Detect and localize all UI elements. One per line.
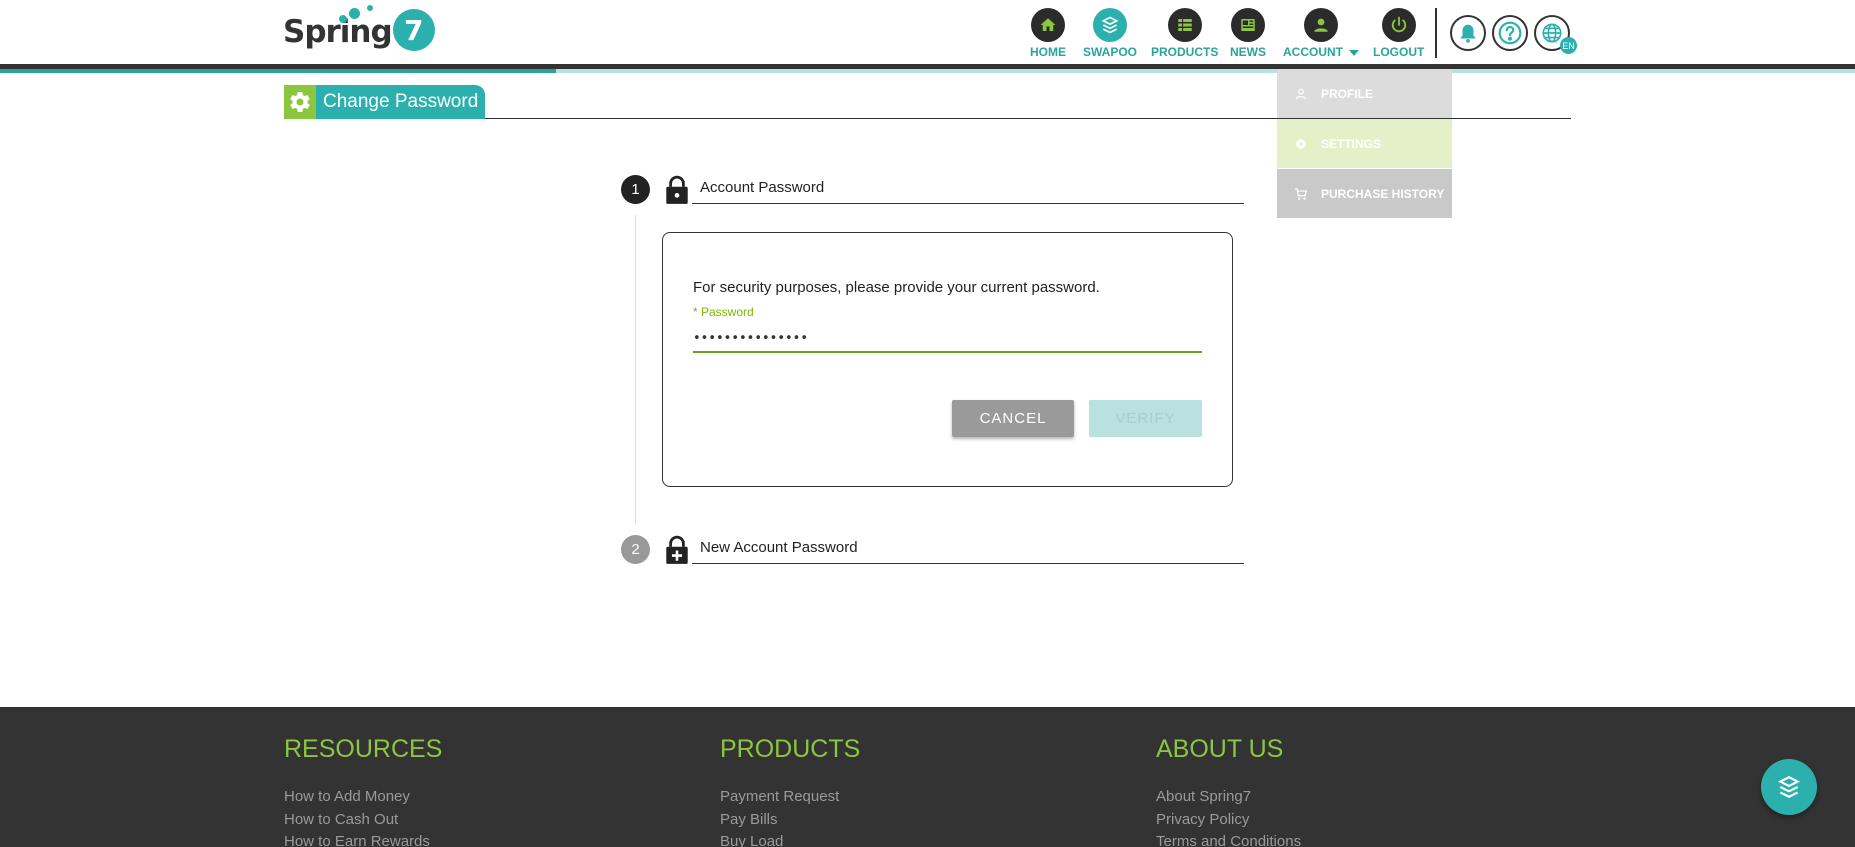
menu-item-purchase-history[interactable]: PURCHASE HISTORY bbox=[1277, 169, 1452, 218]
page-title-tab: Change Password bbox=[284, 85, 485, 119]
footer-link[interactable]: How to Add Money bbox=[284, 786, 442, 809]
menu-item-settings[interactable]: SETTINGS bbox=[1277, 119, 1452, 168]
verify-button[interactable]: VERIFY bbox=[1089, 400, 1202, 437]
account-dropdown-menu: PROFILE SETTINGS PURCHASE HISTORY bbox=[1277, 69, 1452, 219]
menu-item-purchase-history-label: PURCHASE HISTORY bbox=[1321, 186, 1445, 201]
footer-link[interactable]: Terms and Conditions bbox=[1156, 831, 1301, 847]
cart-icon bbox=[1293, 186, 1309, 202]
lock-icon bbox=[666, 175, 688, 204]
help-button[interactable] bbox=[1492, 15, 1528, 51]
footer-about-heading: ABOUT US bbox=[1156, 735, 1284, 763]
step-1-underline bbox=[692, 203, 1244, 204]
step-2-title: New Account Password bbox=[700, 539, 858, 556]
site-footer: RESOURCES How to Add Money How to Cash O… bbox=[0, 707, 1855, 847]
footer-resources-heading: RESOURCES bbox=[284, 735, 443, 763]
current-password-input[interactable] bbox=[693, 325, 1202, 353]
nav-logout[interactable]: LOGOUT bbox=[1373, 8, 1424, 59]
nav-swapoo[interactable]: SWAPOO bbox=[1083, 8, 1137, 59]
person-icon bbox=[1293, 86, 1309, 102]
swapoo-icon bbox=[1093, 8, 1127, 42]
security-message: For security purposes, please provide yo… bbox=[693, 279, 1100, 296]
footer-link[interactable]: Pay Bills bbox=[720, 809, 860, 832]
page-title: Change Password bbox=[323, 91, 479, 112]
verify-password-card: For security purposes, please provide yo… bbox=[662, 232, 1233, 487]
power-icon bbox=[1381, 8, 1416, 42]
footer-link[interactable]: How to Cash Out bbox=[284, 809, 442, 832]
footer-resources-column: RESOURCES How to Add Money How to Cash O… bbox=[284, 735, 442, 847]
password-label: * Password bbox=[693, 305, 754, 319]
home-icon bbox=[1031, 8, 1065, 42]
footer-products-heading: PRODUCTS bbox=[720, 735, 861, 763]
globe-icon bbox=[1542, 23, 1562, 43]
nav-account[interactable]: ACCOUNT bbox=[1283, 8, 1359, 59]
gear-icon bbox=[1293, 136, 1309, 152]
nav-news-label: NEWS bbox=[1230, 45, 1266, 59]
menu-item-profile-label: PROFILE bbox=[1321, 86, 1374, 101]
logo-bubble bbox=[339, 15, 347, 23]
news-icon bbox=[1231, 8, 1265, 42]
step-1-title: Account Password bbox=[700, 179, 825, 196]
swapoo-fab-button[interactable] bbox=[1761, 759, 1817, 815]
notifications-button[interactable] bbox=[1450, 15, 1486, 51]
footer-link[interactable]: Buy Load bbox=[720, 831, 860, 847]
cancel-button[interactable]: CANCEL bbox=[952, 400, 1074, 437]
header-progress-fill bbox=[0, 69, 556, 73]
logo-text: Spring bbox=[283, 14, 393, 50]
step-1-number: 1 bbox=[621, 175, 650, 204]
nav-home-label: HOME bbox=[1030, 45, 1066, 59]
nav-swapoo-label: SWAPOO bbox=[1083, 45, 1138, 59]
step-2-number: 2 bbox=[621, 535, 650, 564]
menu-item-profile[interactable]: PROFILE bbox=[1277, 69, 1452, 118]
logo-bubble bbox=[349, 8, 360, 19]
logo-bubble bbox=[367, 5, 373, 11]
nav-news[interactable]: NEWS bbox=[1230, 8, 1266, 59]
step-connector bbox=[635, 215, 636, 525]
swapoo-icon bbox=[1777, 776, 1801, 798]
chevron-down-icon bbox=[1349, 49, 1359, 56]
step-2-underline bbox=[692, 563, 1244, 564]
bell-icon bbox=[1460, 24, 1476, 43]
language-badge: EN bbox=[1560, 37, 1577, 54]
footer-about-column: ABOUT US About Spring7 Privacy Policy Te… bbox=[1156, 735, 1301, 847]
person-icon bbox=[1304, 8, 1338, 42]
products-icon bbox=[1167, 8, 1202, 42]
top-header: Spring 7 HOME SWAPOO PRODUCTS NEWS ACCOU… bbox=[0, 0, 1855, 73]
gear-icon bbox=[284, 85, 316, 119]
nav-logout-label: LOGOUT bbox=[1373, 45, 1425, 59]
footer-link[interactable]: How to Earn Rewards bbox=[284, 831, 442, 847]
logo-number-badge: 7 bbox=[392, 9, 435, 51]
lock-plus-icon bbox=[666, 535, 688, 564]
nav-products[interactable]: PRODUCTS bbox=[1151, 8, 1218, 59]
footer-link[interactable]: Payment Request bbox=[720, 786, 860, 809]
footer-link[interactable]: About Spring7 bbox=[1156, 786, 1301, 809]
nav-divider bbox=[1435, 8, 1437, 58]
nav-products-label: PRODUCTS bbox=[1151, 45, 1219, 59]
footer-products-column: PRODUCTS Payment Request Pay Bills Buy L… bbox=[720, 735, 860, 847]
nav-home[interactable]: HOME bbox=[1030, 8, 1066, 59]
nav-account-label: ACCOUNT bbox=[1283, 45, 1359, 59]
help-icon bbox=[1498, 21, 1522, 45]
footer-link[interactable]: Privacy Policy bbox=[1156, 809, 1301, 832]
menu-item-settings-label: SETTINGS bbox=[1321, 136, 1382, 151]
